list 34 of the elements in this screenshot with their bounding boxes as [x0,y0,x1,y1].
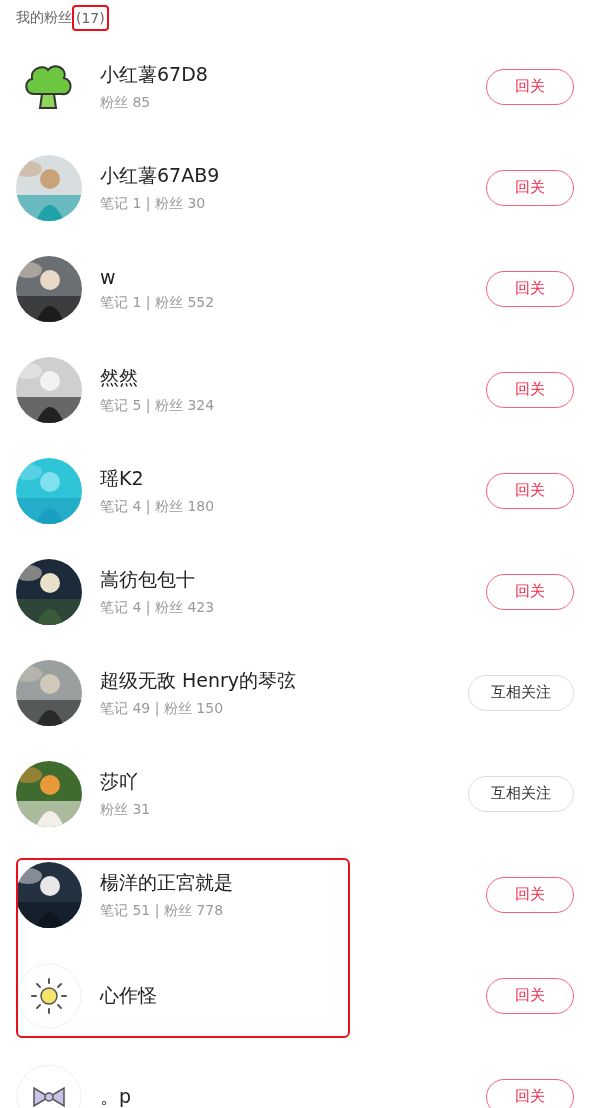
user-name: 超级无敌 Henry的琴弦 [100,667,298,693]
user-stats: 粉丝 31 [100,800,152,819]
follow-back-button[interactable]: 回关 [486,573,574,610]
user-stats: 笔记 49 | 粉丝 150 [100,699,225,718]
user-name: 小红薯67D8 [100,61,209,87]
follow-back-button[interactable]: 回关 [486,977,574,1014]
section-title: 我的粉丝 [16,9,72,27]
user-name: w [100,265,117,288]
user-name: 瑶K2 [100,465,145,491]
follow-back-button[interactable]: 回关 [486,1078,574,1108]
follow-back-button[interactable]: 回关 [486,472,574,509]
user-stats: 笔记 5 | 粉丝 324 [100,396,216,415]
user-stats: 粉丝 85 [100,93,152,112]
user-name: 。p [100,1083,133,1108]
user-stats: 笔记 1 | 粉丝 552 [100,293,216,312]
mutual-follow-button[interactable]: 互相关注 [468,674,574,711]
user-stats: 笔记 4 | 粉丝 180 [100,497,216,516]
mutual-follow-button[interactable]: 互相关注 [468,775,574,812]
user-name: 然然 [100,364,139,390]
follow-back-button[interactable]: 回关 [486,68,574,105]
follow-back-button[interactable]: 回关 [486,876,574,913]
follower-count: (17) [72,5,109,31]
sun-icon[interactable] [16,962,82,1029]
user-stats: 笔记 51 | 粉丝 778 [100,901,225,920]
user-name: 楊洋的正宮就是 [100,869,234,895]
user-name: 嵩彷包包十 [100,566,196,592]
user-name: 心作怪 [100,982,158,1008]
user-name: 莎吖 [100,768,139,794]
follow-back-button[interactable]: 回关 [486,270,574,307]
follow-back-button[interactable]: 回关 [486,169,574,206]
user-stats: 笔记 1 | 粉丝 30 [100,194,207,213]
user-stats: 笔记 4 | 粉丝 423 [100,598,216,617]
follow-back-button[interactable]: 回关 [486,371,574,408]
user-name: 小红薯67AB9 [100,162,221,188]
